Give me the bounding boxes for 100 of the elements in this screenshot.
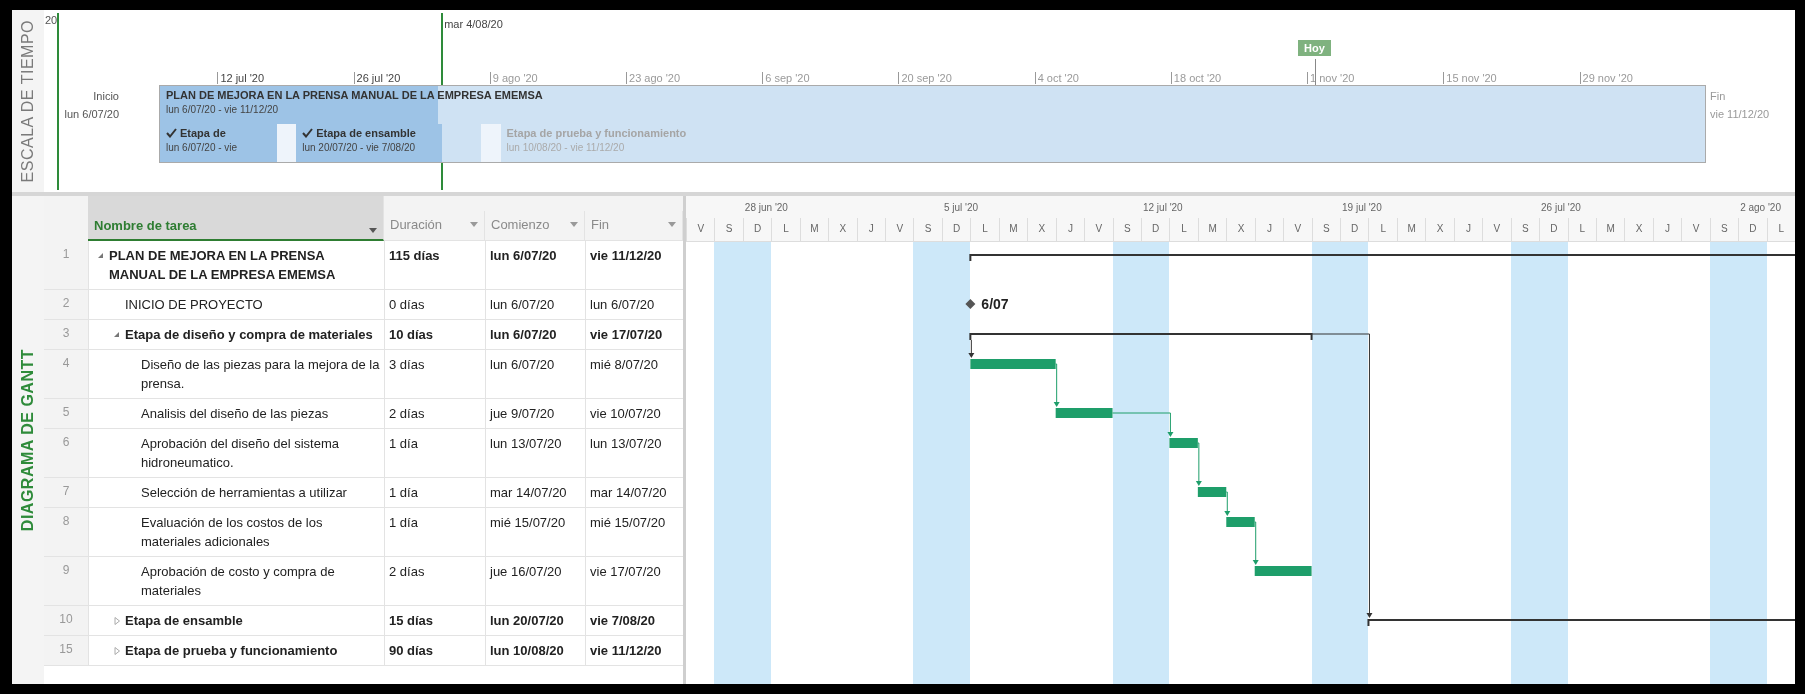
timeline-bar[interactable]: Etapa de lun 6/07/20 - vie	[160, 124, 277, 162]
task-row[interactable]: 9 Aprobación de costo y compra de materiales 2 días jue 16/07/20 vie 17/07/20	[44, 557, 683, 606]
day-label: X	[828, 218, 857, 241]
task-name: Aprobación de costo y compra de materiales	[141, 563, 336, 600]
expand-triangle-icon[interactable]	[113, 617, 121, 625]
day-label: M	[998, 218, 1028, 241]
timeline-bar-dates: lun 6/07/20 - vie 11/12/20	[166, 104, 280, 115]
timeline-tick-label: 18 oct '20	[1170, 72, 1222, 84]
task-name: Etapa de diseño y compra de materiales	[125, 326, 373, 344]
day-label: L	[1368, 218, 1397, 241]
task-name: Etapa de prueba y funcionamiento	[125, 642, 338, 660]
week-label: 19 jul '20	[1341, 201, 1383, 215]
day-label: D	[1140, 218, 1170, 241]
timeline-tick-label: 26 jul '20	[353, 72, 401, 84]
day-label: V	[1283, 218, 1312, 241]
table-cell: mar 14/07/20	[485, 478, 585, 507]
task-row[interactable]: 7 Selección de herramientas a utilizar 1 día mar 14/07/20 mar 14/07/20	[44, 478, 683, 508]
task-bar[interactable]	[970, 359, 1056, 369]
week-label: 26 jul '20	[1540, 201, 1582, 215]
day-label: J	[1453, 218, 1483, 241]
table-cell: vie 11/12/20	[585, 241, 683, 289]
collapse-triangle-icon[interactable]	[97, 252, 105, 260]
task-name: PLAN DE MEJORA EN LA PRENSA MANUAL DE LA EMPRESA EMEMSA	[109, 247, 337, 284]
table-cell: mié 15/07/20	[585, 508, 683, 556]
task-row[interactable]: 5 Analisis del diseño de las piezas 2 días jue 9/07/20 vie 10/07/20	[44, 399, 683, 429]
table-cell: 115 días	[384, 241, 485, 289]
task-name: Analisis del diseño de las piezas	[141, 405, 329, 423]
expand-triangle-icon[interactable]	[113, 647, 121, 655]
timeline-tick-label: 4 oct '20	[1034, 72, 1079, 84]
timeline-bar-dates: lun 10/08/20 - vie 11/12/20	[506, 142, 626, 153]
task-row[interactable]: 15 Etapa de prueba y funcionamiento 90 días lun 10/08/20 vie 11/12/20	[44, 636, 683, 666]
summary-bar[interactable]	[969, 333, 1313, 341]
day-label: M	[1396, 218, 1426, 241]
task-name: Selección de herramientas a utilizar	[141, 484, 347, 502]
task-row[interactable]: 1 PLAN DE MEJORA EN LA PRENSA MANUAL DE LA EMPRESA EMEMSA 115 días lun 6/07/20 vie 11/12/20	[44, 241, 683, 290]
dropdown-caret-icon[interactable]	[570, 221, 578, 227]
table-cell: lun 13/07/20	[485, 429, 585, 477]
week-label: 2 ago '20	[1739, 201, 1782, 215]
table-cell: jue 16/07/20	[485, 557, 585, 605]
task-row[interactable]: 10 Etapa de ensamble 15 días lun 20/07/20 vie 7/08/20	[44, 606, 683, 636]
day-label: X	[1425, 218, 1454, 241]
dropdown-caret-icon[interactable]	[470, 221, 478, 227]
day-label: S	[1709, 218, 1739, 241]
day-label: D	[1539, 218, 1568, 241]
timeline-edge-label: 20	[45, 14, 58, 26]
table-cell: 90 días	[384, 636, 485, 665]
table-cell: vie 17/07/20	[585, 557, 683, 605]
row-number: 2	[44, 290, 88, 319]
task-row[interactable]: 8 Evaluación de los costos de los materiales adicionales 1 día mié 15/07/20 mié 15/07/20	[44, 508, 683, 557]
status-date-label: mar 4/08/20	[444, 18, 503, 30]
task-row[interactable]: 2 INICIO DE PROYECTO 0 días lun 6/07/20 lun 6/07/20	[44, 290, 683, 320]
milestone-marker[interactable]	[965, 299, 976, 309]
table-cell: vie 11/12/20	[585, 636, 683, 665]
day-label: M	[799, 218, 829, 241]
day-label: S	[1311, 218, 1340, 241]
timeline-tick-label: 20 sep '20	[898, 72, 952, 84]
task-row[interactable]: 3 Etapa de diseño y compra de materiales 10 días lun 6/07/20 vie 17/07/20	[44, 320, 683, 350]
timeline-tick-label: 9 ago '20	[489, 72, 538, 84]
finish-date: vie 11/12/20	[1710, 108, 1770, 120]
table-cell: 0 días	[384, 290, 485, 319]
table-cell: jue 9/07/20	[485, 399, 585, 428]
task-name: Diseño de las piezas para la mejora de la prensa.	[141, 356, 380, 393]
timeline-bar[interactable]: Etapa de ensamble lun 20/07/20 - vie 7/08/20	[296, 124, 482, 162]
day-label: J	[856, 218, 886, 241]
table-cell: 1 día	[384, 478, 485, 507]
table-cell: lun 6/07/20	[585, 290, 683, 319]
row-number: 8	[44, 508, 88, 556]
timeline-bar-name: Etapa de ensamble	[316, 127, 416, 139]
row-number: 1	[44, 241, 88, 289]
timeline-tick-label: 12 jul '20	[217, 72, 265, 84]
day-label: S	[1112, 218, 1141, 241]
table-cell: 2 días	[384, 557, 485, 605]
summary-bar[interactable]	[969, 254, 1795, 262]
task-row[interactable]: 6 Aprobación del diseño del sistema hidroneumatico. 1 día lun 13/07/20 lun 13/07/20	[44, 429, 683, 478]
timeline-tick-label: 23 ago '20	[626, 72, 681, 84]
start-date: lun 6/07/20	[64, 108, 119, 120]
task-name: Etapa de ensamble	[125, 612, 243, 630]
timeline-tick-label: 6 sep '20	[762, 72, 810, 84]
table-cell: vie 7/08/20	[585, 606, 683, 635]
table-cell: lun 6/07/20	[485, 241, 585, 289]
timeline-bar-name: PLAN DE MEJORA EN LA PRENSA MANUAL DE LA EMPRESA EMEMSA	[166, 89, 543, 101]
day-label: L	[771, 218, 800, 241]
dependency-arrow	[1112, 412, 1174, 437]
summary-bar[interactable]	[1367, 619, 1795, 627]
day-label: D	[941, 218, 971, 241]
dependency-arrow	[1053, 363, 1060, 407]
dependency-arrow	[1252, 521, 1259, 565]
task-row[interactable]: 4 Diseño de las piezas para la mejora de la prensa. 3 días lun 6/07/20 mié 8/07/20	[44, 350, 683, 399]
timeline-bar[interactable]: PLAN DE MEJORA EN LA PRENSA MANUAL DE LA EMPRESA EMEMSA lun 6/07/20 - vie 11/12/20	[160, 86, 1705, 124]
column-header[interactable]: Nombre de tarea	[88, 196, 384, 241]
week-label: 12 jul '20	[1141, 201, 1184, 215]
collapse-triangle-icon[interactable]	[113, 331, 121, 339]
table-cell: 10 días	[384, 320, 485, 349]
dropdown-caret-icon[interactable]	[668, 221, 676, 227]
week-label: 5 jul '20	[942, 201, 980, 215]
row-number: 15	[44, 636, 88, 665]
day-label: J	[1254, 218, 1284, 241]
dropdown-caret-icon[interactable]	[369, 228, 377, 233]
day-label: L	[1169, 218, 1198, 241]
table-cell: mié 15/07/20	[485, 508, 585, 556]
